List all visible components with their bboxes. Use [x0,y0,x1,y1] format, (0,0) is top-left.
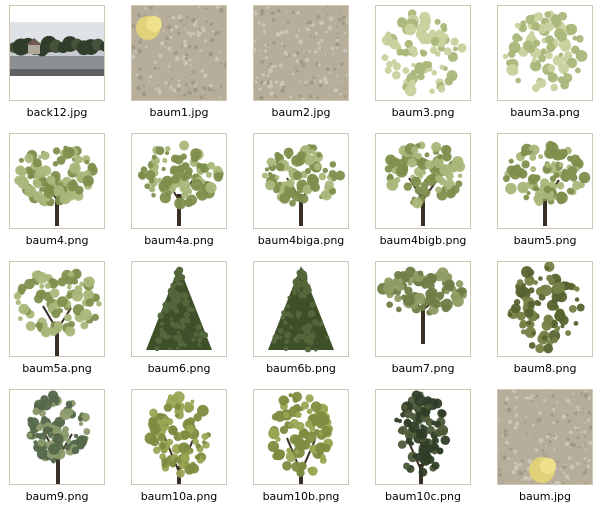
file-name-label[interactable]: baum6b.png [243,362,359,375]
file-item[interactable]: baum1.jpg [131,5,241,123]
file-thumbnail-grid: back12.jpg baum1.jpg baum2.jpg baum3.png bau… [0,0,600,505]
deciduous-tree-image [384,141,466,226]
file-item[interactable]: baum7.png [375,261,485,379]
file-item[interactable]: baum6b.png [253,261,363,379]
file-name-label[interactable]: baum10c.png [365,490,481,503]
file-thumbnail[interactable] [9,133,105,229]
file-name-label[interactable]: baum6.png [121,362,237,375]
file-thumbnail[interactable] [253,261,349,357]
file-thumbnail[interactable] [131,133,227,229]
file-thumbnail[interactable] [375,261,471,357]
file-item[interactable]: baum9.png [9,389,119,507]
bark-lichen-texture-image [132,6,226,100]
landscape-photo-image [10,22,104,76]
file-item[interactable]: baum10b.png [253,389,363,507]
file-item[interactable]: baum2.jpg [253,5,363,123]
file-item[interactable]: baum6.png [131,261,241,379]
tall-dark-tree-image [394,390,451,484]
deciduous-tree-image [261,144,346,226]
file-name-label[interactable]: baum.jpg [487,490,600,503]
file-thumbnail[interactable] [131,261,227,357]
file-thumbnail[interactable] [9,261,105,357]
file-name-label[interactable]: baum5a.png [0,362,115,375]
file-item[interactable]: back12.jpg [9,5,119,123]
file-name-label[interactable]: baum10b.png [243,490,359,503]
file-thumbnail[interactable] [253,389,349,485]
bark-texture-image [254,6,348,100]
pine-tree-image [377,266,467,344]
deciduous-tree-wide-image [13,268,102,356]
file-name-label[interactable]: baum7.png [365,362,481,375]
file-name-label[interactable]: baum3a.png [487,106,600,119]
file-name-label[interactable]: baum4a.png [121,234,237,247]
file-name-label[interactable]: baum2.jpg [243,106,359,119]
file-name-label[interactable]: baum5.png [487,234,600,247]
file-thumbnail[interactable] [253,5,349,101]
file-thumbnail[interactable] [375,5,471,101]
bush-light-image [381,9,467,97]
file-name-label[interactable]: baum1.jpg [121,106,237,119]
file-name-label[interactable]: back12.jpg [0,106,115,119]
file-name-label[interactable]: baum10a.png [121,490,237,503]
file-item[interactable]: baum8.png [497,261,600,379]
file-name-label[interactable]: baum4.png [0,234,115,247]
conifer-dark-image [268,266,334,353]
file-item[interactable]: baum5a.png [9,261,119,379]
file-thumbnail[interactable] [497,261,593,357]
file-item[interactable]: baum.jpg [497,389,600,507]
file-thumbnail[interactable] [131,5,227,101]
file-item[interactable]: baum3.png [375,5,485,123]
tall-bushy-tree-image [144,391,212,484]
file-thumbnail[interactable] [375,133,471,229]
weeping-tree-image [507,262,585,354]
file-item[interactable]: baum10c.png [375,389,485,507]
file-thumbnail[interactable] [497,133,593,229]
file-item[interactable]: baum4a.png [131,133,241,251]
deciduous-tree-image [502,140,591,226]
file-item[interactable]: baum4bigb.png [375,133,485,251]
file-name-label[interactable]: baum3.png [365,106,481,119]
file-item[interactable]: baum3a.png [497,5,600,123]
tall-bushy-tree-image [267,391,334,484]
conifer-dark-image [146,266,212,352]
file-thumbnail[interactable] [375,389,471,485]
file-thumbnail[interactable] [131,389,227,485]
file-item[interactable]: baum4.png [9,133,119,251]
deciduous-tree-image [14,145,98,226]
file-thumbnail[interactable] [9,5,105,101]
file-name-label[interactable]: baum9.png [0,490,115,503]
sparse-tree-image [26,390,91,484]
bark-lichen-texture-bottom-image [498,390,592,484]
file-thumbnail[interactable] [497,389,593,485]
file-item[interactable]: baum4biga.png [253,133,363,251]
deciduous-tree-image [137,140,224,226]
file-thumbnail[interactable] [9,389,105,485]
bush-light-image [502,10,588,92]
file-name-label[interactable]: baum8.png [487,362,600,375]
file-item[interactable]: baum10a.png [131,389,241,507]
file-thumbnail[interactable] [253,133,349,229]
file-name-label[interactable]: baum4biga.png [243,234,359,247]
file-name-label[interactable]: baum4bigb.png [365,234,481,247]
file-thumbnail[interactable] [497,5,593,101]
file-item[interactable]: baum5.png [497,133,600,251]
